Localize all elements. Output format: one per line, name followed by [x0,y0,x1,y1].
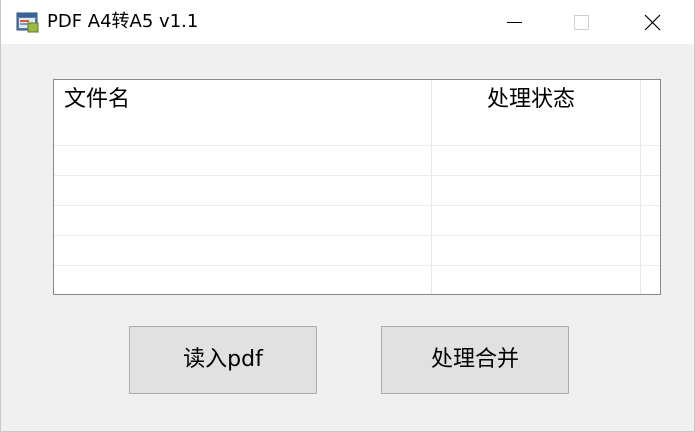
column-divider [431,80,432,294]
window-title: PDF A4转A5 v1.1 [47,11,199,32]
close-icon [644,14,661,31]
row-gridline [54,145,660,146]
maximize-icon [574,15,589,30]
column-header-filename[interactable]: 文件名 [64,80,130,120]
app-window-icon [16,11,40,33]
row-gridline [54,205,660,206]
process-merge-button[interactable]: 处理合并 [381,326,569,394]
column-divider [640,80,641,294]
row-gridline [54,235,660,236]
maximize-button[interactable] [558,0,604,44]
file-list-view[interactable]: 文件名 处理状态 [53,79,661,295]
column-header-status[interactable]: 处理状态 [487,80,575,120]
app-window: PDF A4转A5 v1.1 文件名 处理状态 读入pdf 处理合并 [0,0,695,432]
row-gridline [54,265,660,266]
minimize-button[interactable] [491,0,537,44]
list-header: 文件名 处理状态 [54,80,660,120]
row-gridline [54,175,660,176]
load-pdf-button[interactable]: 读入pdf [129,326,317,394]
title-bar[interactable]: PDF A4转A5 v1.1 [1,0,694,44]
minimize-icon [507,22,522,23]
close-button[interactable] [629,0,675,44]
